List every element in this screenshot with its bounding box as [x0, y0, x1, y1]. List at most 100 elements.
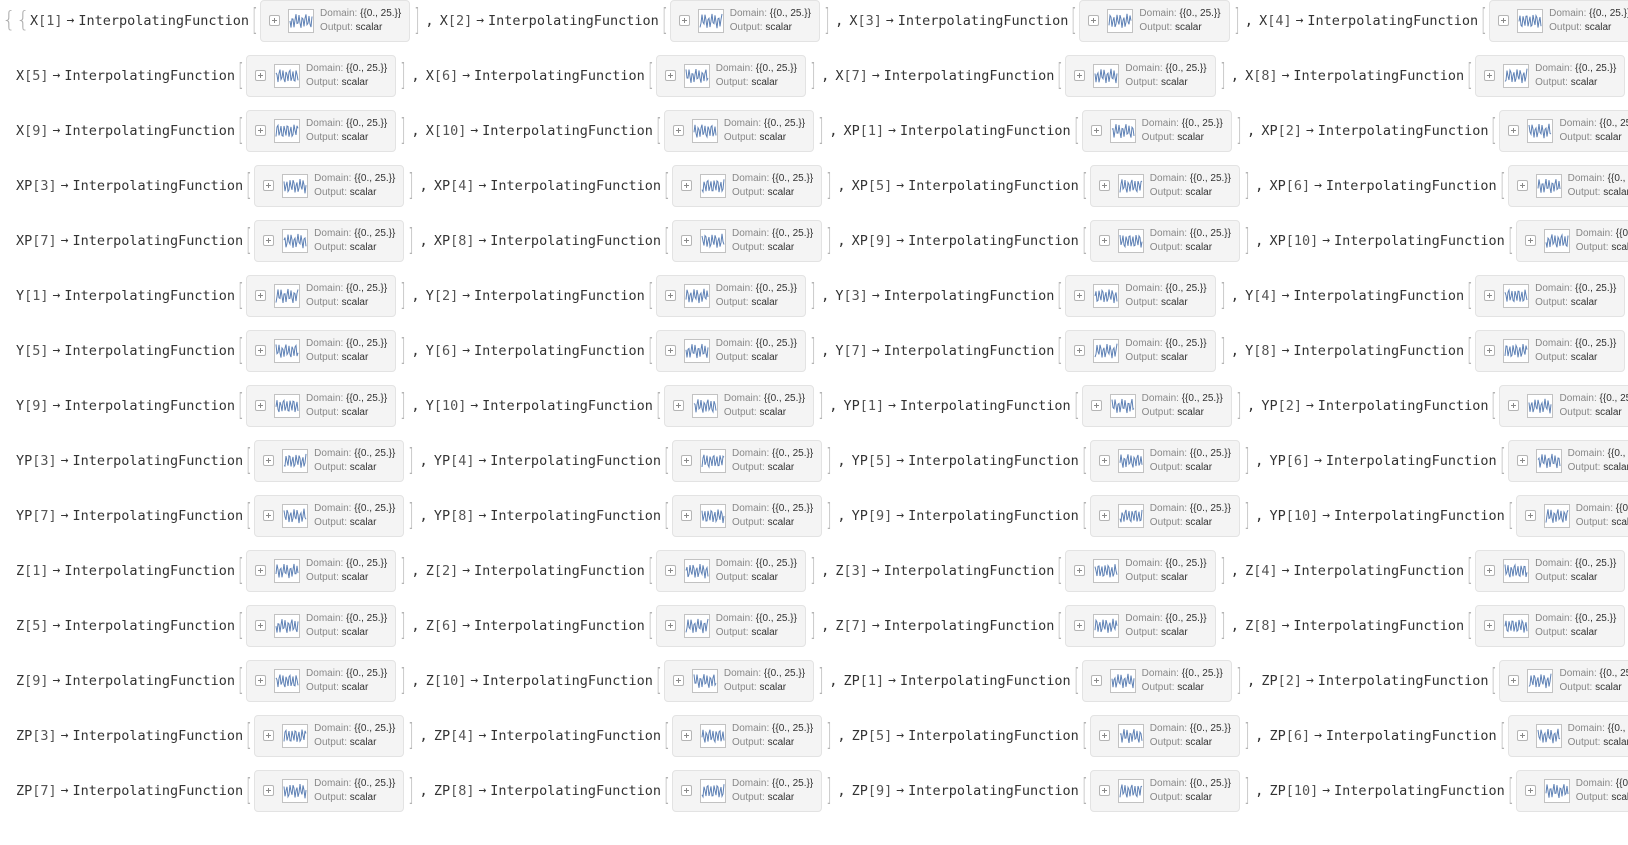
- interpolating-function-summary[interactable]: Domain: {{0., 25.}}Output: scalar: [655, 549, 806, 592]
- plus-icon[interactable]: [672, 675, 684, 686]
- plus-icon[interactable]: [1074, 290, 1086, 301]
- plus-icon[interactable]: [1524, 510, 1536, 521]
- plus-icon[interactable]: [664, 620, 676, 631]
- interpolating-function-summary[interactable]: Domain: {{0., 25.}}Output: scalar: [671, 219, 823, 262]
- interpolating-function-summary[interactable]: Domain: {{0., 25.}}Output: scalar: [1081, 659, 1232, 702]
- plus-icon[interactable]: [1074, 345, 1086, 356]
- interpolating-function-summary[interactable]: Domain: {{0., 25.}}Output: scalar: [671, 769, 823, 812]
- interpolating-function-summary[interactable]: Domain: {{0., 25.}}Output: scalar: [1065, 274, 1216, 317]
- interpolating-function-summary[interactable]: Domain: {{0., 25.}}Output: scalar: [254, 714, 405, 757]
- interpolating-function-summary[interactable]: Domain: {{0., 25.}}Output: scalar: [246, 384, 397, 427]
- interpolating-function-summary[interactable]: Domain: {{0., 25.}}Output: scalar: [1507, 714, 1628, 757]
- interpolating-function-summary[interactable]: Domain: {{0., 25.}}Output: scalar: [1499, 109, 1628, 152]
- plus-icon[interactable]: [1098, 785, 1110, 796]
- plus-icon[interactable]: [1098, 180, 1110, 191]
- plus-icon[interactable]: [1524, 235, 1536, 246]
- interpolating-function-summary[interactable]: Domain: {{0., 25.}}Output: scalar: [1089, 769, 1240, 812]
- interpolating-function-summary[interactable]: Domain: {{0., 25.}}Output: scalar: [1515, 219, 1628, 262]
- interpolating-function-summary[interactable]: Domain: {{0., 25.}}Output: scalar: [1089, 494, 1240, 537]
- plus-icon[interactable]: [1508, 675, 1520, 686]
- interpolating-function-summary[interactable]: Domain: {{0., 25.}}Output: scalar: [669, 0, 820, 42]
- plus-icon[interactable]: [664, 565, 676, 576]
- plus-icon[interactable]: [1098, 235, 1110, 246]
- interpolating-function-summary[interactable]: Domain: {{0., 25.}}Output: scalar: [254, 494, 405, 537]
- plus-icon[interactable]: [269, 15, 281, 26]
- plus-icon[interactable]: [664, 345, 676, 356]
- plus-icon[interactable]: [1524, 785, 1536, 796]
- interpolating-function-summary[interactable]: Domain: {{0., 25.}}Output: scalar: [246, 274, 397, 317]
- plus-icon[interactable]: [680, 235, 692, 246]
- plus-icon[interactable]: [255, 675, 267, 686]
- interpolating-function-summary[interactable]: Domain: {{0., 25.}}Output: scalar: [663, 109, 815, 152]
- plus-icon[interactable]: [1508, 400, 1520, 411]
- plus-icon[interactable]: [1516, 455, 1528, 466]
- plus-icon[interactable]: [680, 455, 692, 466]
- interpolating-function-summary[interactable]: Domain: {{0., 25.}}Output: scalar: [1089, 164, 1240, 207]
- interpolating-function-summary[interactable]: Domain: {{0., 25.}}Output: scalar: [1475, 329, 1626, 372]
- interpolating-function-summary[interactable]: Domain: {{0., 25.}}Output: scalar: [1499, 384, 1628, 427]
- plus-icon[interactable]: [1090, 400, 1102, 411]
- plus-icon[interactable]: [1090, 675, 1102, 686]
- plus-icon[interactable]: [1484, 565, 1496, 576]
- plus-icon[interactable]: [672, 400, 684, 411]
- interpolating-function-summary[interactable]: Domain: {{0., 25.}}Output: scalar: [1065, 54, 1216, 97]
- plus-icon[interactable]: [255, 345, 267, 356]
- plus-icon[interactable]: [255, 290, 267, 301]
- interpolating-function-summary[interactable]: Domain: {{0., 25.}}Output: scalar: [254, 219, 405, 262]
- interpolating-function-summary[interactable]: Domain: {{0., 25.}}Output: scalar: [246, 54, 397, 97]
- plus-icon[interactable]: [1088, 15, 1100, 26]
- plus-icon[interactable]: [263, 730, 275, 741]
- interpolating-function-summary[interactable]: Domain: {{0., 25.}}Output: scalar: [1475, 549, 1626, 592]
- interpolating-function-summary[interactable]: Domain: {{0., 25.}}Output: scalar: [663, 384, 815, 427]
- plus-icon[interactable]: [664, 70, 676, 81]
- plus-icon[interactable]: [1098, 510, 1110, 521]
- plus-icon[interactable]: [1484, 70, 1496, 81]
- interpolating-function-summary[interactable]: Domain: {{0., 25.}}Output: scalar: [671, 164, 823, 207]
- interpolating-function-summary[interactable]: Domain: {{0., 25.}}Output: scalar: [260, 0, 411, 42]
- plus-icon[interactable]: [255, 125, 267, 136]
- interpolating-function-summary[interactable]: Domain: {{0., 25.}}Output: scalar: [1507, 439, 1628, 482]
- interpolating-function-summary[interactable]: Domain: {{0., 25.}}Output: scalar: [655, 604, 806, 647]
- interpolating-function-summary[interactable]: Domain: {{0., 25.}}Output: scalar: [246, 109, 397, 152]
- interpolating-function-summary[interactable]: Domain: {{0., 25.}}Output: scalar: [1065, 549, 1216, 592]
- interpolating-function-summary[interactable]: Domain: {{0., 25.}}Output: scalar: [655, 274, 806, 317]
- interpolating-function-summary[interactable]: Domain: {{0., 25.}}Output: scalar: [1081, 384, 1232, 427]
- plus-icon[interactable]: [1090, 125, 1102, 136]
- plus-icon[interactable]: [263, 235, 275, 246]
- plus-icon[interactable]: [678, 15, 690, 26]
- interpolating-function-summary[interactable]: Domain: {{0., 25.}}Output: scalar: [655, 54, 806, 97]
- interpolating-function-summary[interactable]: Domain: {{0., 25.}}Output: scalar: [1507, 164, 1628, 207]
- interpolating-function-summary[interactable]: Domain: {{0., 25.}}Output: scalar: [246, 659, 397, 702]
- plus-icon[interactable]: [1098, 730, 1110, 741]
- interpolating-function-summary[interactable]: Domain: {{0., 25.}}Output: scalar: [1489, 0, 1628, 42]
- plus-icon[interactable]: [1074, 565, 1086, 576]
- interpolating-function-summary[interactable]: Domain: {{0., 25.}}Output: scalar: [1515, 494, 1628, 537]
- interpolating-function-summary[interactable]: Domain: {{0., 25.}}Output: scalar: [1499, 659, 1628, 702]
- interpolating-function-summary[interactable]: Domain: {{0., 25.}}Output: scalar: [671, 714, 823, 757]
- interpolating-function-summary[interactable]: Domain: {{0., 25.}}Output: scalar: [1089, 219, 1240, 262]
- interpolating-function-summary[interactable]: Domain: {{0., 25.}}Output: scalar: [1065, 329, 1216, 372]
- interpolating-function-summary[interactable]: Domain: {{0., 25.}}Output: scalar: [246, 329, 397, 372]
- plus-icon[interactable]: [1516, 730, 1528, 741]
- interpolating-function-summary[interactable]: Domain: {{0., 25.}}Output: scalar: [1065, 604, 1216, 647]
- plus-icon[interactable]: [680, 785, 692, 796]
- plus-icon[interactable]: [672, 125, 684, 136]
- interpolating-function-summary[interactable]: Domain: {{0., 25.}}Output: scalar: [254, 164, 405, 207]
- interpolating-function-summary[interactable]: Domain: {{0., 25.}}Output: scalar: [1089, 714, 1240, 757]
- interpolating-function-summary[interactable]: Domain: {{0., 25.}}Output: scalar: [671, 494, 823, 537]
- plus-icon[interactable]: [1074, 620, 1086, 631]
- interpolating-function-summary[interactable]: Domain: {{0., 25.}}Output: scalar: [246, 604, 397, 647]
- plus-icon[interactable]: [263, 455, 275, 466]
- interpolating-function-summary[interactable]: Domain: {{0., 25.}}Output: scalar: [663, 659, 815, 702]
- interpolating-function-summary[interactable]: Domain: {{0., 25.}}Output: scalar: [1475, 54, 1626, 97]
- interpolating-function-summary[interactable]: Domain: {{0., 25.}}Output: scalar: [671, 439, 823, 482]
- plus-icon[interactable]: [680, 510, 692, 521]
- interpolating-function-summary[interactable]: Domain: {{0., 25.}}Output: scalar: [254, 439, 405, 482]
- interpolating-function-summary[interactable]: Domain: {{0., 25.}}Output: scalar: [246, 549, 397, 592]
- plus-icon[interactable]: [263, 785, 275, 796]
- interpolating-function-summary[interactable]: Domain: {{0., 25.}}Output: scalar: [254, 769, 405, 812]
- interpolating-function-summary[interactable]: Domain: {{0., 25.}}Output: scalar: [1515, 769, 1628, 812]
- plus-icon[interactable]: [255, 400, 267, 411]
- plus-icon[interactable]: [1508, 125, 1520, 136]
- plus-icon[interactable]: [263, 510, 275, 521]
